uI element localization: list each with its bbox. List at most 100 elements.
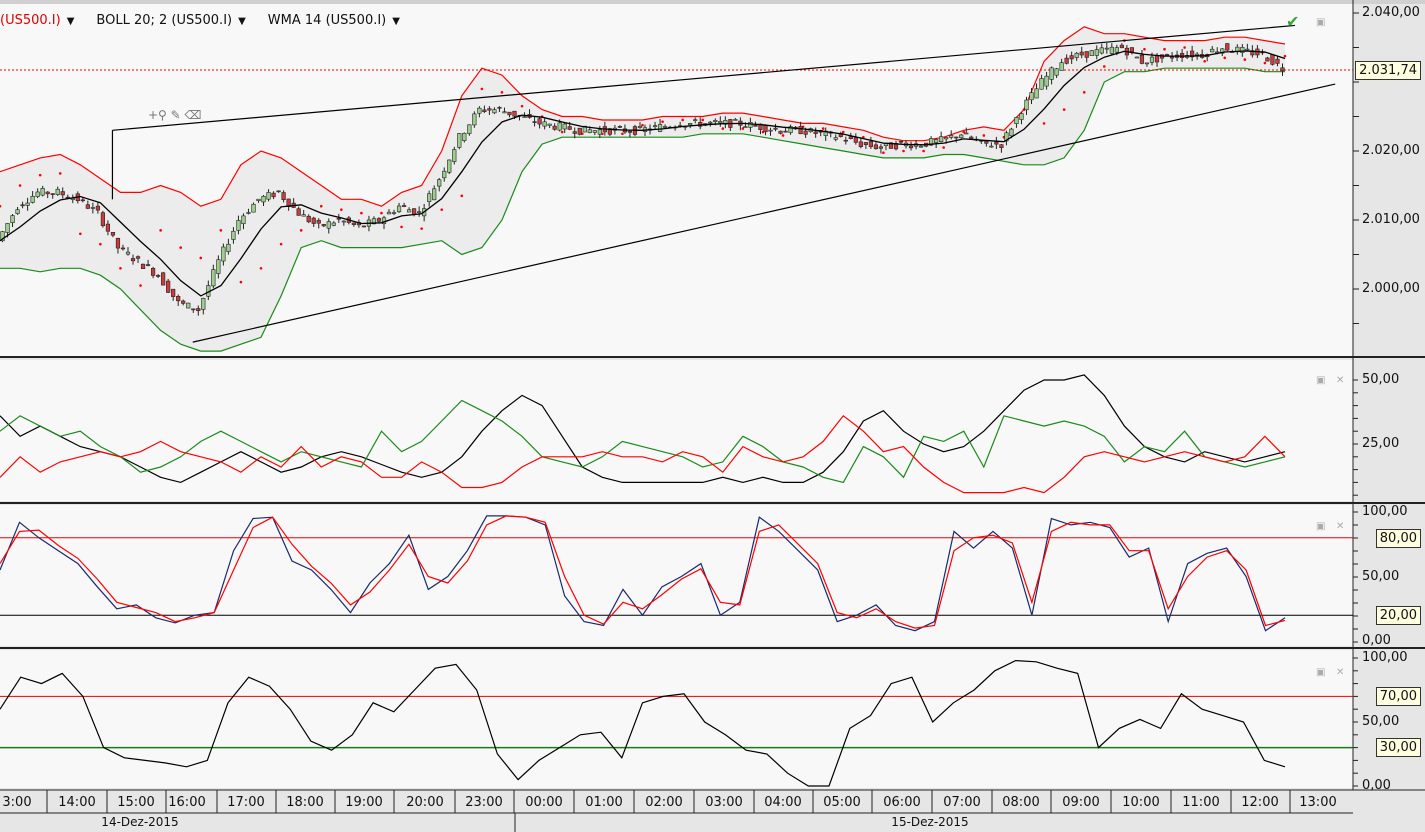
candle-body <box>778 130 783 134</box>
candle-body <box>115 237 121 249</box>
candle-body <box>577 127 582 135</box>
candle-body <box>858 141 863 148</box>
panel-background <box>0 505 1353 646</box>
candle-body <box>949 135 954 138</box>
candle-body <box>1024 99 1029 111</box>
candle-body <box>1154 55 1160 63</box>
candle-body <box>1164 54 1170 56</box>
candle-body <box>959 134 964 139</box>
sar-dot <box>239 280 243 284</box>
rsi-high-tag: 70,00 <box>1375 687 1421 706</box>
current-price-tag: 2.031,74 <box>1355 61 1421 80</box>
candle-body <box>934 139 939 143</box>
candle-body <box>1119 44 1124 49</box>
candle-body <box>251 203 256 213</box>
candle-body <box>1139 54 1145 64</box>
candle-body <box>853 137 858 143</box>
candle-body <box>1099 47 1104 54</box>
sar-dot <box>259 267 263 270</box>
candle-body <box>1064 57 1069 64</box>
sar-dot <box>982 134 986 137</box>
sar-dot <box>199 256 203 260</box>
sar-dot <box>38 173 42 177</box>
candle-body <box>627 130 633 133</box>
candle-body <box>401 205 407 207</box>
candle-body <box>989 145 994 148</box>
panel-close-icon[interactable]: ✕ <box>1336 522 1346 532</box>
panel-maximize-icon[interactable]: ▣ <box>1316 376 1326 386</box>
candle-body <box>417 211 422 213</box>
candle-body <box>1069 55 1074 60</box>
legend-wma[interactable]: WMA 14 (US500.I) ▼ <box>268 13 400 28</box>
candle-body <box>1079 51 1084 56</box>
legend-boll[interactable]: BOLL 20; 2 (US500.I) ▼ <box>96 13 245 28</box>
sar-dot <box>58 172 62 175</box>
panel-maximize-icon[interactable]: ▣ <box>1316 522 1326 532</box>
legend-symbol[interactable]: (US500.I) ▼ <box>0 13 74 28</box>
sar-dot <box>681 118 684 122</box>
candle-body <box>562 123 567 130</box>
sar-dot <box>621 132 624 136</box>
candle-body <box>798 126 803 135</box>
sar-dot <box>1082 91 1086 94</box>
panel-close-icon[interactable]: ✕ <box>1336 376 1346 386</box>
candle-body <box>246 212 251 214</box>
candle-body <box>502 111 507 114</box>
panel-maximize-icon[interactable]: ▣ <box>1316 18 1326 28</box>
candle-body <box>748 121 753 128</box>
sar-dot <box>661 120 664 123</box>
candle-body <box>100 212 106 226</box>
candle-body <box>10 215 15 224</box>
time-axis-label: 10:00 <box>1122 795 1160 810</box>
candle-body <box>657 124 663 132</box>
candle-body <box>130 258 136 262</box>
price-axis-label: 2.040,00 <box>1362 5 1420 20</box>
drawing-tools-icons[interactable]: +⚲ ✎ ⌫ <box>148 108 202 122</box>
candle-body <box>40 188 45 196</box>
sar-dot <box>380 211 383 215</box>
candle-body <box>216 259 221 274</box>
candle-body <box>1009 128 1014 137</box>
panel-maximize-icon[interactable]: ▣ <box>1316 668 1326 678</box>
chart-canvas[interactable] <box>0 0 1425 832</box>
candle-body <box>753 125 758 127</box>
time-axis-label: 01:00 <box>585 795 623 810</box>
candle-body <box>813 131 818 134</box>
candle-body <box>1034 88 1039 99</box>
checkmark-icon[interactable]: ✔ <box>1286 12 1299 31</box>
price-axis-label: 2.020,00 <box>1362 143 1420 158</box>
candle-body <box>718 121 723 124</box>
candle-body <box>969 136 974 139</box>
candle-body <box>110 231 116 236</box>
candle-body <box>773 127 778 130</box>
time-axis-label: 15:00 <box>117 795 155 810</box>
candle-body <box>181 300 186 304</box>
panel-close-icon[interactable]: ✕ <box>1336 668 1346 678</box>
candle-body <box>1270 54 1275 65</box>
sar-dot <box>520 104 524 108</box>
candle-body <box>221 246 226 262</box>
time-axis-label: 12:00 <box>1241 795 1279 810</box>
candle-body <box>412 208 417 215</box>
candle-body <box>171 288 176 297</box>
sar-dot <box>781 134 785 137</box>
candle-body <box>768 129 773 132</box>
time-axis-label: 00:00 <box>525 795 563 810</box>
stoch-high-tag: 80,00 <box>1375 529 1421 548</box>
candle-body <box>396 205 402 213</box>
time-axis-label: 09:00 <box>1062 795 1100 810</box>
sar-dot <box>159 229 162 232</box>
candle-body <box>231 230 236 240</box>
candle-body <box>939 136 944 142</box>
top-bar <box>0 0 1425 4</box>
candle-body <box>472 113 477 126</box>
candle-body <box>311 217 316 224</box>
candle-body <box>557 122 562 131</box>
sar-dot <box>882 151 885 155</box>
sar-dot <box>340 208 343 211</box>
candle-body <box>693 119 698 121</box>
candle-body <box>1245 48 1250 51</box>
candle-body <box>316 219 321 224</box>
candle-body <box>376 218 382 222</box>
candle-body <box>226 243 231 252</box>
